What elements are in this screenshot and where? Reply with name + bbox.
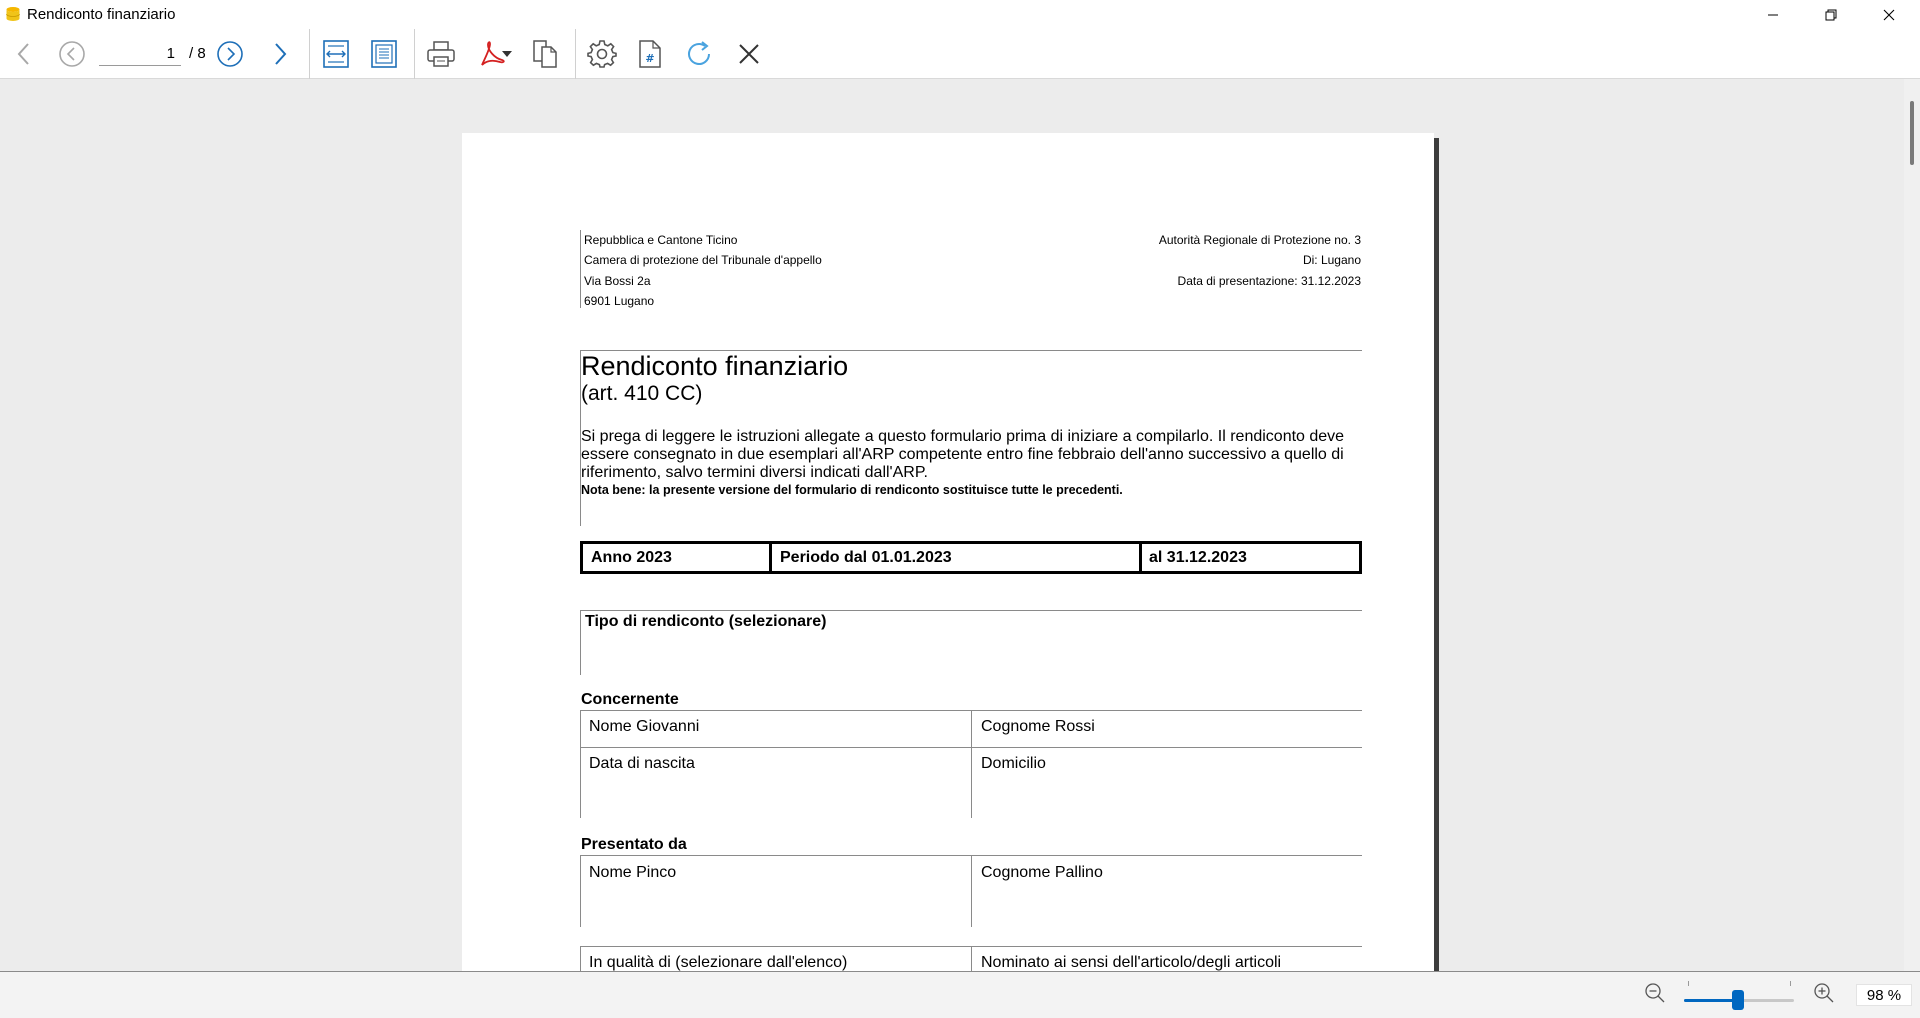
document-page: Repubblica e Cantone Ticino Camera di pr… [462, 133, 1434, 971]
copy-pages-button[interactable] [527, 36, 563, 72]
intro-text: Si prega di leggere le istruzioni allega… [581, 428, 1345, 481]
circle-chevron-left-icon [58, 40, 86, 68]
concernente-label: Concernente [581, 691, 679, 708]
status-bar: 98 % [0, 972, 1920, 1018]
field-rule [580, 710, 581, 818]
presentato-da-label: Presentato da [581, 836, 687, 853]
chevron-left-icon [14, 42, 34, 66]
fit-width-icon [322, 39, 350, 69]
last-page-button[interactable] [212, 36, 248, 72]
chevron-right-icon [270, 42, 290, 66]
presentato-qualita: In qualità di (selezionare dall'elenco) [589, 954, 848, 971]
document-viewer[interactable]: Repubblica e Cantone Ticino Camera di pr… [0, 79, 1920, 972]
header-right-line: Autorità Regionale di Protezione no. 3 [1158, 233, 1361, 247]
period-to-cell: al 31.12.2023 [1149, 548, 1247, 566]
fit-page-icon [370, 39, 398, 69]
close-preview-button[interactable] [731, 36, 767, 72]
minimize-button[interactable] [1744, 0, 1802, 29]
period-from-cell: Periodo dal 01.01.2023 [780, 548, 952, 566]
zoom-tick [1790, 981, 1791, 986]
toolbar-separator [414, 29, 415, 79]
document-title: Rendiconto finanziario [581, 351, 849, 381]
gear-icon [587, 39, 617, 69]
field-rule [971, 710, 972, 818]
document-subtitle: (art. 410 CC) [581, 382, 703, 405]
toolbar: / 8 [0, 29, 1920, 79]
hash-document-icon: # [637, 39, 663, 69]
anno-cell: Anno 2023 [591, 548, 672, 566]
fit-page-button[interactable] [366, 36, 402, 72]
zoom-slider-fill [1684, 999, 1739, 1002]
period-divider [769, 544, 772, 571]
settings-button[interactable] [584, 36, 620, 72]
header-right-line: Di: Lugano [1302, 253, 1361, 267]
header-rule [580, 230, 581, 308]
period-box: Anno 2023 Periodo dal 01.01.2023 al 31.1… [580, 541, 1362, 574]
circle-chevron-right-icon [216, 40, 244, 68]
presentato-nominato: Nominato ai sensi dell'articolo/degli ar… [981, 954, 1282, 971]
zoom-out-icon [1644, 982, 1666, 1009]
database-icon [5, 6, 21, 22]
note-text: Nota bene: la presente versione del form… [581, 483, 1123, 497]
dropdown-arrow-icon [502, 50, 512, 58]
close-icon [737, 42, 761, 66]
concernente-cognome: Cognome Rossi [981, 718, 1095, 735]
concernente-data-nascita: Data di nascita [589, 755, 695, 772]
zoom-in-icon [1813, 982, 1835, 1009]
page-total: / 8 [189, 45, 206, 62]
concernente-nome: Nome Giovanni [589, 718, 700, 735]
toolbar-separator [309, 29, 310, 79]
concernente-domicilio: Domicilio [981, 755, 1046, 772]
page-number-input[interactable] [99, 42, 181, 66]
presentato-cognome: Cognome Pallino [981, 864, 1103, 881]
page-numbering-button[interactable]: # [632, 36, 668, 72]
presentato-nome: Nome Pinco [589, 864, 677, 881]
zoom-level-box[interactable]: 98 % [1856, 984, 1912, 1006]
scrollbar-thumb[interactable] [1910, 101, 1914, 165]
toolbar-separator [575, 29, 576, 79]
previous-page-button[interactable] [6, 36, 42, 72]
zoom-slider-thumb[interactable] [1732, 990, 1745, 1010]
refresh-button[interactable] [681, 36, 717, 72]
window-title: Rendiconto finanziario [27, 6, 176, 23]
field-rule [580, 946, 581, 971]
field-rule [971, 855, 972, 927]
first-page-button[interactable] [54, 36, 90, 72]
printer-icon [426, 40, 456, 68]
header-left-line: Repubblica e Cantone Ticino [584, 233, 738, 247]
field-rule [580, 610, 581, 675]
header-left-line: 6901 Lugano [584, 294, 655, 308]
zoom-out-button[interactable] [1642, 982, 1668, 1008]
export-options-dropdown[interactable] [497, 36, 517, 72]
zoom-tick [1688, 981, 1689, 986]
restore-icon [1825, 9, 1837, 21]
restore-button[interactable] [1802, 0, 1860, 29]
header-right-line: Data di presentazione: 31.12.2023 [1177, 274, 1361, 288]
copy-pages-icon [531, 39, 559, 69]
next-page-button[interactable] [262, 36, 298, 72]
close-icon [1883, 9, 1895, 21]
divider [580, 610, 1362, 611]
refresh-icon [684, 39, 714, 69]
tipo-rendiconto-label: Tipo di rendiconto (selezionare) [585, 613, 827, 630]
minimize-icon [1767, 9, 1779, 21]
print-button[interactable] [423, 36, 459, 72]
header-left-line: Via Bossi 2a [584, 274, 651, 288]
vertical-scrollbar[interactable] [1904, 79, 1920, 971]
zoom-in-button[interactable] [1811, 982, 1837, 1008]
title-bar: Rendiconto finanziario [0, 0, 1920, 29]
close-window-button[interactable] [1860, 0, 1918, 29]
svg-text:#: # [645, 52, 654, 65]
period-divider [1139, 544, 1142, 571]
field-rule [971, 946, 972, 971]
header-left-line: Camera di protezione del Tribunale d'app… [584, 253, 822, 267]
field-rule [580, 855, 581, 927]
fit-width-button[interactable] [318, 36, 354, 72]
